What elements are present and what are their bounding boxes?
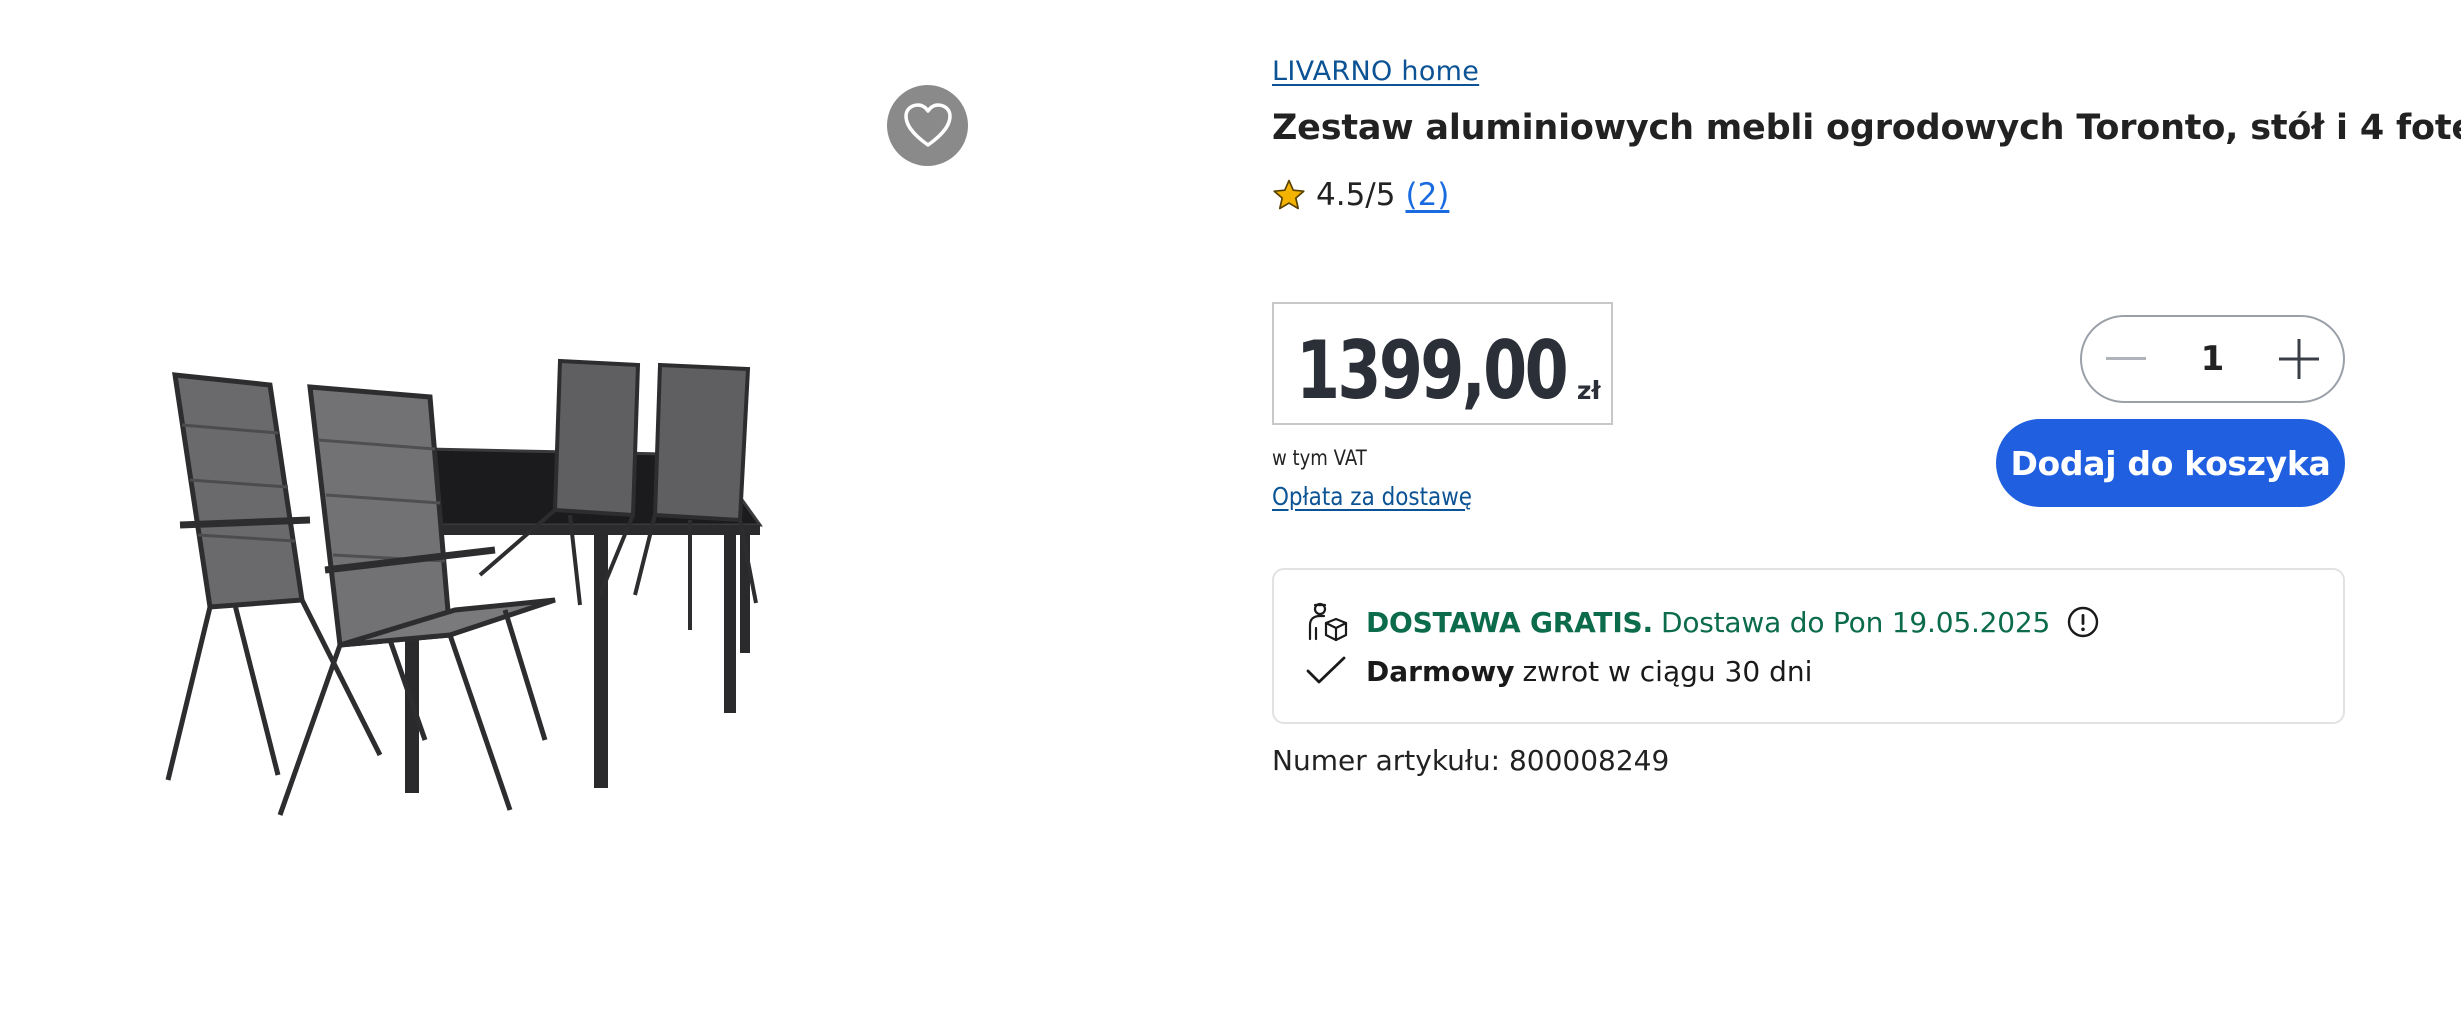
plus-icon xyxy=(2278,339,2319,379)
rating: 4.5/5 (2) xyxy=(1272,177,1449,213)
rating-value: 4.5/5 xyxy=(1316,177,1396,213)
delivery-date: Dostawa do Pon 19.05.2025 xyxy=(1660,605,2051,639)
price-currency: zł xyxy=(1576,376,1601,405)
heart-icon xyxy=(903,102,952,147)
delivery-info-card: DOSTAWA GRATIS. Dostawa do Pon 19.05.202… xyxy=(1272,568,2345,724)
quantity-value[interactable]: 1 xyxy=(2201,339,2225,379)
info-icon[interactable] xyxy=(2066,605,2100,639)
delivery-row: DOSTAWA GRATIS. Dostawa do Pon 19.05.202… xyxy=(1306,600,2343,644)
quantity-stepper: 1 xyxy=(2080,315,2345,403)
free-delivery-label: DOSTAWA GRATIS. xyxy=(1366,605,1653,639)
product-title: Zestaw aluminiowych mebli ogrodowych Tor… xyxy=(1272,108,2461,148)
free-return-label: Darmowy xyxy=(1366,654,1515,688)
return-text: zwrot w ciągu 30 dni xyxy=(1522,654,1813,688)
brand-link[interactable]: LIVARNO home xyxy=(1272,56,1479,87)
star-icon xyxy=(1273,179,1305,210)
minus-icon xyxy=(2106,357,2146,360)
delivery-person-icon xyxy=(1306,600,1352,644)
checkmark-icon xyxy=(1306,649,1352,693)
return-row: Darmowy zwrot w ciągu 30 dni xyxy=(1306,649,2343,693)
product-gallery xyxy=(0,0,1240,1018)
decrease-quantity-button[interactable] xyxy=(2104,337,2148,381)
product-page: LIVARNO home Zestaw aluminiowych mebli o… xyxy=(0,0,2461,1018)
review-count-link[interactable]: (2) xyxy=(1405,177,1449,213)
price-box: 1399,00 zł xyxy=(1272,302,1613,425)
add-to-cart-button[interactable]: Dodaj do koszyka xyxy=(1996,419,2345,507)
vat-note: w tym VAT xyxy=(1272,446,1367,470)
shipping-fee-link[interactable]: Opłata za dostawę xyxy=(1272,482,1472,511)
article-number: Numer artykułu: 800008249 xyxy=(1272,744,1670,777)
favorite-button[interactable] xyxy=(887,85,968,166)
product-image[interactable] xyxy=(150,345,790,825)
increase-quantity-button[interactable] xyxy=(2277,337,2321,381)
price-amount: 1399,00 xyxy=(1296,324,1569,417)
